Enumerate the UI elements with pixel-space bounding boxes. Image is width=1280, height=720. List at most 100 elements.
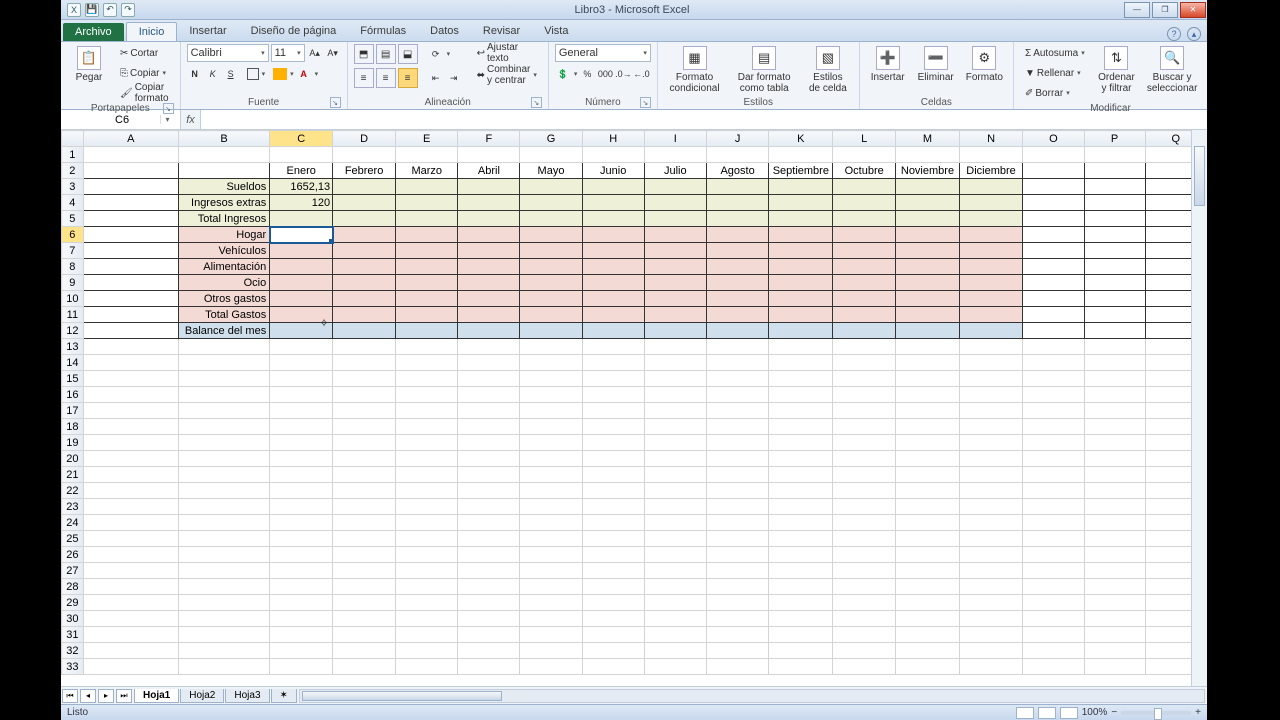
col-header-J[interactable]: J <box>706 131 769 147</box>
cell-N26[interactable] <box>959 547 1022 563</box>
cell-G17[interactable] <box>520 403 582 419</box>
border-button[interactable] <box>247 68 259 80</box>
cell-G2[interactable]: Mayo <box>520 163 582 179</box>
cell-E28[interactable] <box>396 579 458 595</box>
cell-O12[interactable] <box>1023 323 1084 339</box>
cell-N23[interactable] <box>959 499 1022 515</box>
cell-C30[interactable] <box>270 611 333 627</box>
cell-H4[interactable] <box>582 195 644 211</box>
tab-fórmulas[interactable]: Fórmulas <box>348 22 418 41</box>
cell-G19[interactable] <box>520 435 582 451</box>
cell-M2[interactable]: Noviembre <box>896 163 960 179</box>
align-bottom-icon[interactable]: ⬓ <box>398 44 418 64</box>
cell-B27[interactable] <box>178 563 269 579</box>
cell-I33[interactable] <box>644 659 706 675</box>
zoom-level[interactable]: 100% <box>1082 707 1108 718</box>
cell-D29[interactable] <box>333 595 396 611</box>
cell-J13[interactable] <box>706 339 769 355</box>
cell-I7[interactable] <box>644 243 706 259</box>
cell-N19[interactable] <box>959 435 1022 451</box>
row-header-29[interactable]: 29 <box>62 595 84 611</box>
cell-L25[interactable] <box>833 531 896 547</box>
cell-P7[interactable] <box>1084 243 1145 259</box>
cell-B31[interactable] <box>178 627 269 643</box>
cell-N25[interactable] <box>959 531 1022 547</box>
cell-O27[interactable] <box>1023 563 1084 579</box>
cell-P18[interactable] <box>1084 419 1145 435</box>
cell-O2[interactable] <box>1023 163 1084 179</box>
cell-B8[interactable]: Alimentación <box>178 259 269 275</box>
sheet-tab-hoja1[interactable]: Hoja1 <box>134 689 179 703</box>
cell-J9[interactable] <box>706 275 769 291</box>
zoom-in-button[interactable]: + <box>1195 707 1201 718</box>
cell-O31[interactable] <box>1023 627 1084 643</box>
align-left-icon[interactable]: ≡ <box>354 68 374 88</box>
cell-D19[interactable] <box>333 435 396 451</box>
cell-H13[interactable] <box>582 339 644 355</box>
cell-G22[interactable] <box>520 483 582 499</box>
cell-L12[interactable] <box>833 323 896 339</box>
cell-C15[interactable] <box>270 371 333 387</box>
cell-F25[interactable] <box>458 531 520 547</box>
cell-D26[interactable] <box>333 547 396 563</box>
cell-M3[interactable] <box>896 179 960 195</box>
cell-G28[interactable] <box>520 579 582 595</box>
cell-H8[interactable] <box>582 259 644 275</box>
cell-K21[interactable] <box>769 467 833 483</box>
cell-I21[interactable] <box>644 467 706 483</box>
cell-G20[interactable] <box>520 451 582 467</box>
cell-D30[interactable] <box>333 611 396 627</box>
view-normal-button[interactable] <box>1016 707 1034 719</box>
cell-O28[interactable] <box>1023 579 1084 595</box>
cell-P9[interactable] <box>1084 275 1145 291</box>
cell-N21[interactable] <box>959 467 1022 483</box>
cell-K15[interactable] <box>769 371 833 387</box>
cell-J5[interactable] <box>706 211 769 227</box>
cell-D21[interactable] <box>333 467 396 483</box>
cell-O7[interactable] <box>1023 243 1084 259</box>
cell-D25[interactable] <box>333 531 396 547</box>
align-middle-icon[interactable]: ▤ <box>376 44 396 64</box>
cell-M23[interactable] <box>896 499 960 515</box>
dialog-launcher-icon[interactable]: ↘ <box>330 97 341 108</box>
cell-D6[interactable] <box>333 227 396 243</box>
cell-N17[interactable] <box>959 403 1022 419</box>
cell-L13[interactable] <box>833 339 896 355</box>
cell-H3[interactable] <box>582 179 644 195</box>
cell-C29[interactable] <box>270 595 333 611</box>
cell-O1[interactable] <box>1023 147 1084 163</box>
row-header-10[interactable]: 10 <box>62 291 84 307</box>
row-header-25[interactable]: 25 <box>62 531 84 547</box>
sheet-nav-prev[interactable]: ◂ <box>80 689 96 703</box>
cell-G8[interactable] <box>520 259 582 275</box>
cell-B23[interactable] <box>178 499 269 515</box>
cell-H16[interactable] <box>582 387 644 403</box>
cell-G13[interactable] <box>520 339 582 355</box>
cell-C27[interactable] <box>270 563 333 579</box>
cell-I14[interactable] <box>644 355 706 371</box>
cell-C2[interactable]: Enero <box>270 163 333 179</box>
cell-K23[interactable] <box>769 499 833 515</box>
cell-P20[interactable] <box>1084 451 1145 467</box>
row-header-21[interactable]: 21 <box>62 467 84 483</box>
cell-B5[interactable]: Total Ingresos <box>178 211 269 227</box>
cell-P14[interactable] <box>1084 355 1145 371</box>
cell-M20[interactable] <box>896 451 960 467</box>
cell-F12[interactable] <box>458 323 520 339</box>
cell-O30[interactable] <box>1023 611 1084 627</box>
row-header-22[interactable]: 22 <box>62 483 84 499</box>
cell-P13[interactable] <box>1084 339 1145 355</box>
cell-L30[interactable] <box>833 611 896 627</box>
cell-P4[interactable] <box>1084 195 1145 211</box>
cell-F26[interactable] <box>458 547 520 563</box>
cell-H17[interactable] <box>582 403 644 419</box>
cell-E29[interactable] <box>396 595 458 611</box>
shrink-font-icon[interactable]: A▾ <box>325 45 341 61</box>
cell-H20[interactable] <box>582 451 644 467</box>
cell-G6[interactable] <box>520 227 582 243</box>
cell-O18[interactable] <box>1023 419 1084 435</box>
cell-O24[interactable] <box>1023 515 1084 531</box>
sheet-tab-hoja3[interactable]: Hoja3 <box>225 689 269 703</box>
cell-N16[interactable] <box>959 387 1022 403</box>
cell-M8[interactable] <box>896 259 960 275</box>
